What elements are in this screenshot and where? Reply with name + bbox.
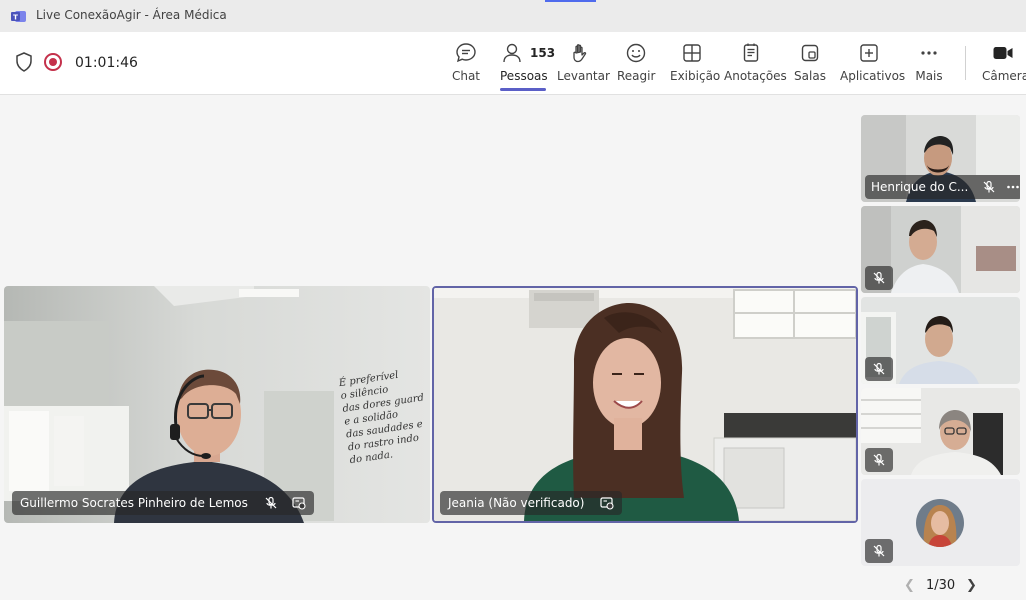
emoji-icon (626, 43, 646, 63)
camera-button[interactable]: Câmera (982, 42, 1026, 88)
view-button[interactable]: Exibição (670, 42, 721, 88)
people-count: 153 (530, 46, 556, 60)
mute-indicator (865, 357, 893, 381)
camera-label: Câmera (982, 69, 1026, 83)
chat-button[interactable]: Chat (448, 42, 484, 88)
participant-nametag: Jeania (Não verificado) (440, 491, 623, 515)
notes-icon (743, 43, 759, 62)
more-icon (921, 51, 937, 55)
participant-name: Guillermo Socrates Pinheiro de Lemos (20, 496, 248, 510)
react-button[interactable]: Reagir (617, 42, 655, 88)
grid-view-icon (683, 44, 701, 62)
mute-indicator (865, 448, 893, 472)
gallery-pagination: ❮ 1/30 ❯ (900, 577, 980, 597)
people-icon (503, 43, 521, 63)
more-button[interactable]: Mais (913, 42, 945, 88)
svg-text:T: T (13, 14, 18, 22)
meeting-timer: 01:01:46 (75, 55, 138, 71)
video-tile-participant-4[interactable] (861, 388, 1020, 475)
react-label: Reagir (617, 69, 656, 83)
mic-off-icon (983, 180, 995, 193)
teams-logo-icon: T (11, 11, 26, 22)
rooms-button[interactable]: Salas (794, 42, 826, 88)
previous-page-button[interactable]: ❮ (904, 578, 915, 593)
video-tile-participant-3[interactable] (861, 297, 1020, 384)
title-bar: T Live ConexãoAgir - Área Médica (0, 0, 1026, 32)
screen-share-icon (292, 497, 306, 510)
toolbar-separator (965, 46, 966, 80)
mic-off-icon (873, 362, 885, 375)
chat-label: Chat (451, 69, 481, 83)
shield-icon[interactable] (15, 52, 33, 72)
add-app-icon (860, 44, 878, 62)
more-icon[interactable] (1006, 180, 1020, 194)
breakout-rooms-icon (801, 44, 819, 62)
next-page-button[interactable]: ❯ (966, 578, 977, 593)
apps-label: Aplicativos (840, 69, 906, 83)
video-tile-jeania[interactable]: Jeania (Não verificado) (432, 286, 858, 523)
participant-nametag: Henrique do C... (865, 175, 1020, 199)
mic-off-icon (873, 453, 885, 466)
view-label: Exibição (670, 69, 721, 83)
notes-button[interactable]: Anotações (724, 42, 787, 88)
participant-name: Jeania (Não verificado) (448, 496, 585, 510)
people-button[interactable]: 153 Pessoas (500, 42, 555, 88)
raise-hand-button[interactable]: Levantar (557, 42, 610, 88)
more-label: Mais (915, 69, 943, 83)
mute-indicator (865, 539, 893, 563)
apps-button[interactable]: Aplicativos (840, 42, 906, 88)
chat-icon (456, 43, 476, 63)
video-feed-jeania (434, 288, 856, 521)
video-tile-henrique[interactable]: Henrique do C... (861, 115, 1020, 202)
mic-off-icon (265, 496, 277, 509)
wall-quote: É preferível o silêncio das dores guard … (338, 366, 430, 468)
recording-icon (44, 53, 62, 71)
window-title: Live ConexãoAgir - Área Médica (36, 8, 227, 22)
meeting-toolbar: 01:01:46 Chat 153 Pessoas Levantar Reagi… (0, 32, 1026, 95)
hand-icon (573, 44, 587, 63)
mic-off-icon (873, 544, 885, 557)
screen-share-icon (600, 497, 615, 510)
participant-nametag: Guillermo Socrates Pinheiro de Lemos (12, 491, 314, 515)
avatar (916, 499, 964, 547)
notes-label: Anotações (724, 69, 787, 83)
raise-hand-label: Levantar (557, 69, 610, 83)
mute-indicator (865, 266, 893, 290)
video-tile-guillermo[interactable]: É preferível o silêncio das dores guard … (4, 286, 430, 523)
active-tab-indicator (500, 88, 546, 91)
page-indicator: 1/30 (926, 578, 956, 593)
mic-off-icon (873, 271, 885, 284)
people-label: Pessoas (500, 69, 548, 83)
video-tile-participant-2[interactable] (861, 206, 1020, 293)
participant-name: Henrique do C... (871, 180, 969, 194)
video-tile-participant-5[interactable] (861, 479, 1020, 566)
title-accent (545, 0, 596, 2)
camera-icon (993, 47, 1013, 59)
rooms-label: Salas (794, 69, 826, 83)
